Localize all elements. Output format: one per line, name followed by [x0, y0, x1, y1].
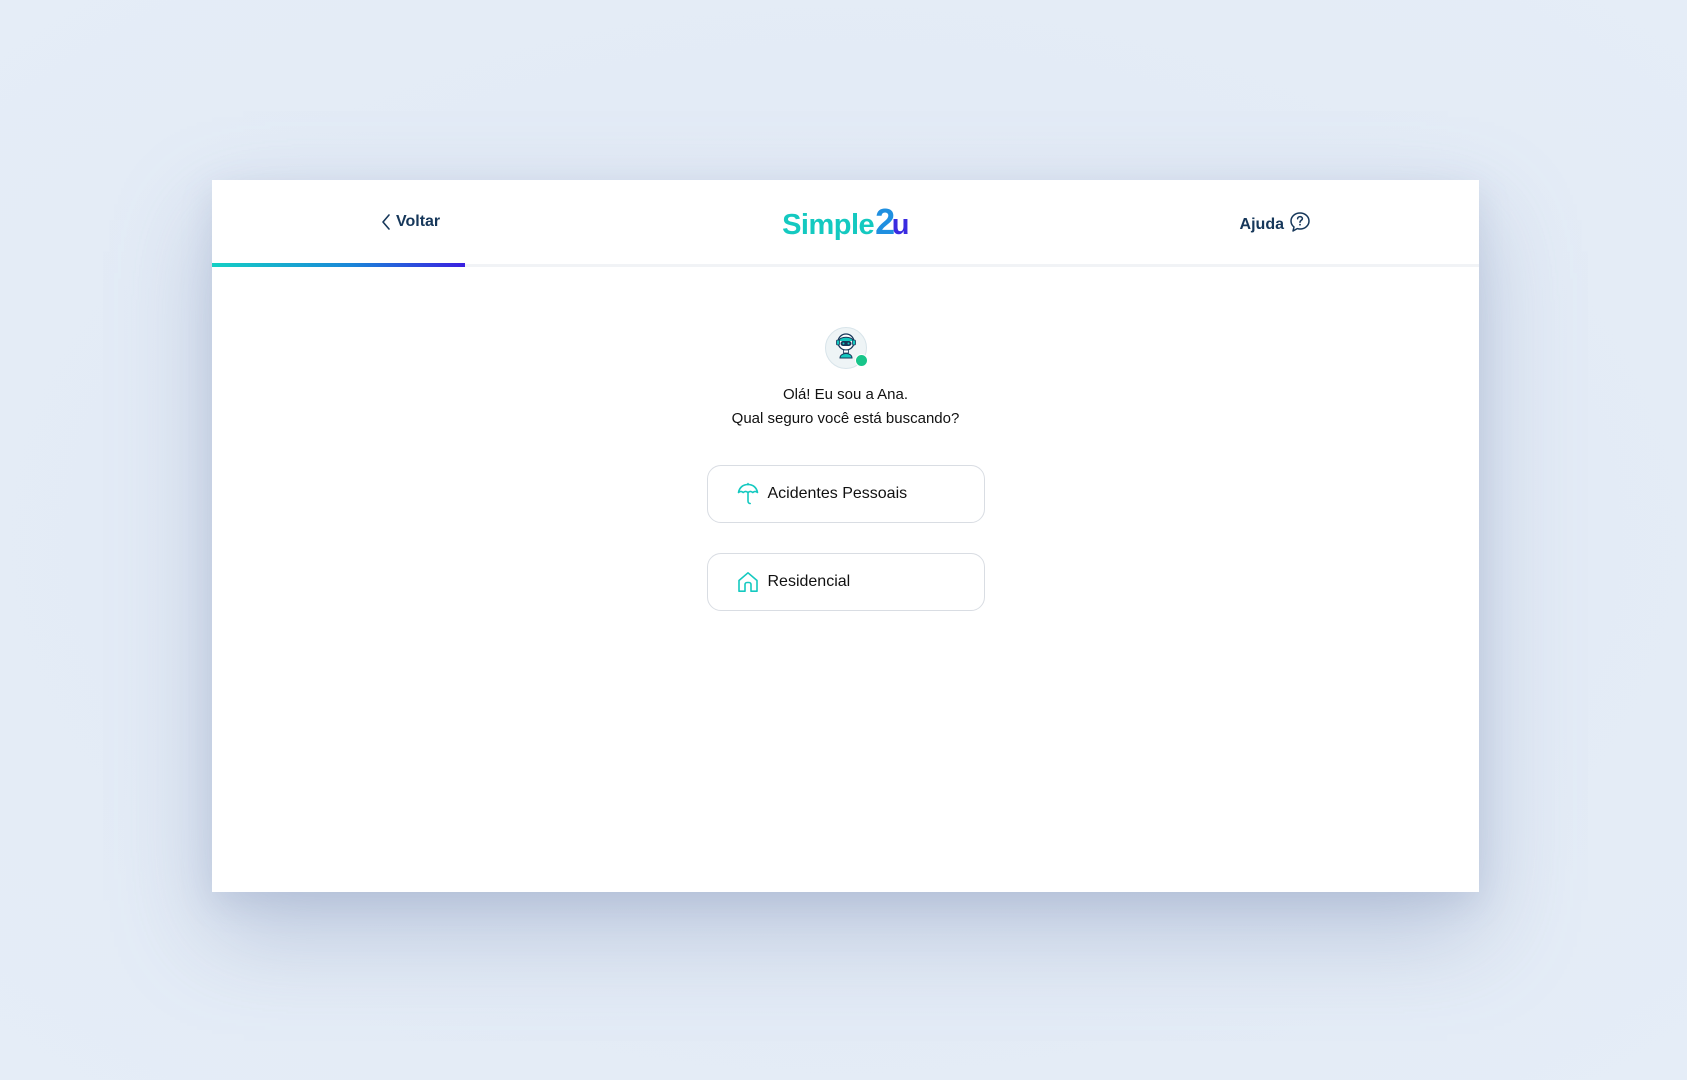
- insurance-options: Acidentes Pessoais Residencial: [706, 465, 985, 611]
- house-icon: [736, 570, 760, 594]
- option-acidentes-pessoais[interactable]: Acidentes Pessoais: [706, 465, 985, 523]
- online-status-dot: [854, 354, 868, 367]
- assistant-avatar: [824, 327, 868, 369]
- help-button[interactable]: Ajuda: [1240, 211, 1311, 238]
- chevron-left-icon: [380, 213, 392, 231]
- option-label: Acidentes Pessoais: [767, 485, 908, 502]
- logo-text-main: Simple: [782, 209, 875, 241]
- main-content: Olá! Eu sou a Ana. Qual seguro você está…: [212, 267, 1479, 611]
- logo-text-u: u: [891, 209, 910, 241]
- assistant-greeting: Olá! Eu sou a Ana. Qual seguro você está…: [732, 383, 960, 431]
- greeting-line-2: Qual seguro você está buscando?: [731, 410, 960, 427]
- umbrella-icon: [736, 482, 760, 506]
- back-label: Voltar: [396, 213, 441, 230]
- app-window: Voltar Simple 2 u Ajuda Olá! Eu sou a An…: [212, 180, 1479, 892]
- back-button[interactable]: Voltar: [380, 213, 440, 231]
- top-bar: Voltar Simple 2 u Ajuda: [212, 180, 1479, 267]
- help-label: Ajuda: [1239, 215, 1284, 233]
- option-label: Residencial: [767, 573, 851, 590]
- help-bubble-icon: [1289, 211, 1311, 238]
- option-residencial[interactable]: Residencial: [706, 553, 985, 611]
- logo: Simple 2 u: [782, 204, 909, 240]
- greeting-line-1: Olá! Eu sou a Ana.: [782, 386, 909, 403]
